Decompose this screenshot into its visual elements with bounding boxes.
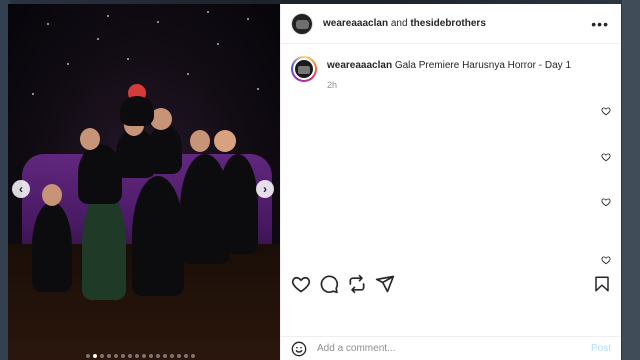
carousel-dot	[128, 354, 132, 358]
person-figure	[32, 202, 72, 292]
post-modal: ‹ › weareaaaclan and thesidebrothers •••…	[8, 4, 621, 360]
author-avatar[interactable]	[291, 12, 313, 35]
caption-message: Gala Premiere Harusnya Horror - Day 1	[394, 60, 572, 71]
person-figure	[82, 190, 126, 300]
share-icon[interactable]	[375, 274, 395, 294]
carousel-dot	[149, 354, 153, 358]
post-details-panel: weareaaaclan and thesidebrothers ••• wea…	[280, 4, 621, 360]
carousel-dot	[163, 354, 167, 358]
carousel-dot	[114, 354, 118, 358]
save-icon[interactable]	[593, 275, 611, 293]
next-photo-button[interactable]: ›	[256, 180, 274, 198]
emoji-icon[interactable]	[291, 341, 307, 357]
caption-username-link[interactable]: weareaaaclan	[327, 60, 392, 71]
comment-like-heart-icon[interactable]	[601, 106, 611, 116]
comment-input[interactable]	[317, 343, 567, 354]
carousel-dot	[86, 354, 90, 358]
person-head	[190, 130, 210, 152]
repost-icon[interactable]	[347, 274, 367, 294]
caption-body: weareaaaclan Gala Premiere Harusnya Horr…	[327, 56, 571, 90]
carousel-dot	[184, 354, 188, 358]
comment-composer: Post	[281, 336, 621, 360]
carousel-dot	[135, 354, 139, 358]
carousel-dot-active	[93, 354, 97, 358]
post-photo[interactable]: ‹ ›	[8, 4, 280, 360]
chevron-right-icon: ›	[263, 182, 267, 196]
post-comment-button[interactable]: Post	[591, 343, 611, 354]
carousel-dot	[142, 354, 146, 358]
person-head	[214, 130, 236, 152]
caption-avatar[interactable]	[291, 56, 317, 82]
person-figure	[132, 176, 184, 296]
carousel-dot	[170, 354, 174, 358]
comment-like-heart-icon[interactable]	[601, 255, 611, 265]
carousel-dot	[100, 354, 104, 358]
person-head	[42, 184, 62, 206]
backdrop-right-strip	[622, 0, 640, 360]
post-actions-bar	[281, 266, 621, 302]
carousel-dot	[107, 354, 111, 358]
caption-row: weareaaaclan Gala Premiere Harusnya Horr…	[281, 44, 621, 90]
authors-joiner: and	[388, 18, 411, 29]
carousel-dot	[121, 354, 125, 358]
person-head	[80, 128, 100, 150]
comment-like-heart-icon[interactable]	[601, 152, 611, 162]
comment-like-heart-icon[interactable]	[601, 197, 611, 207]
post-header: weareaaaclan and thesidebrothers •••	[281, 4, 621, 44]
carousel-dot	[156, 354, 160, 358]
more-options-icon[interactable]: •••	[591, 17, 609, 31]
coauthor-username-link[interactable]: thesidebrothers	[410, 18, 486, 29]
comment-icon[interactable]	[319, 274, 339, 294]
previous-photo-button[interactable]: ‹	[12, 180, 30, 198]
author-username-link[interactable]: weareaaaclan	[323, 18, 388, 29]
person-figure	[120, 96, 154, 126]
carousel-dot	[177, 354, 181, 358]
person-figure	[148, 124, 182, 174]
carousel-dot	[191, 354, 195, 358]
person-figure	[218, 154, 258, 254]
heart-icon[interactable]	[291, 274, 311, 294]
caption-text: weareaaaclan Gala Premiere Harusnya Horr…	[327, 59, 571, 72]
caption-timestamp[interactable]: 2h	[327, 80, 571, 90]
carousel-indicator	[86, 354, 195, 358]
post-authors: weareaaaclan and thesidebrothers	[323, 18, 486, 29]
caption-avatar-image	[293, 58, 315, 80]
chevron-left-icon: ‹	[19, 182, 23, 196]
